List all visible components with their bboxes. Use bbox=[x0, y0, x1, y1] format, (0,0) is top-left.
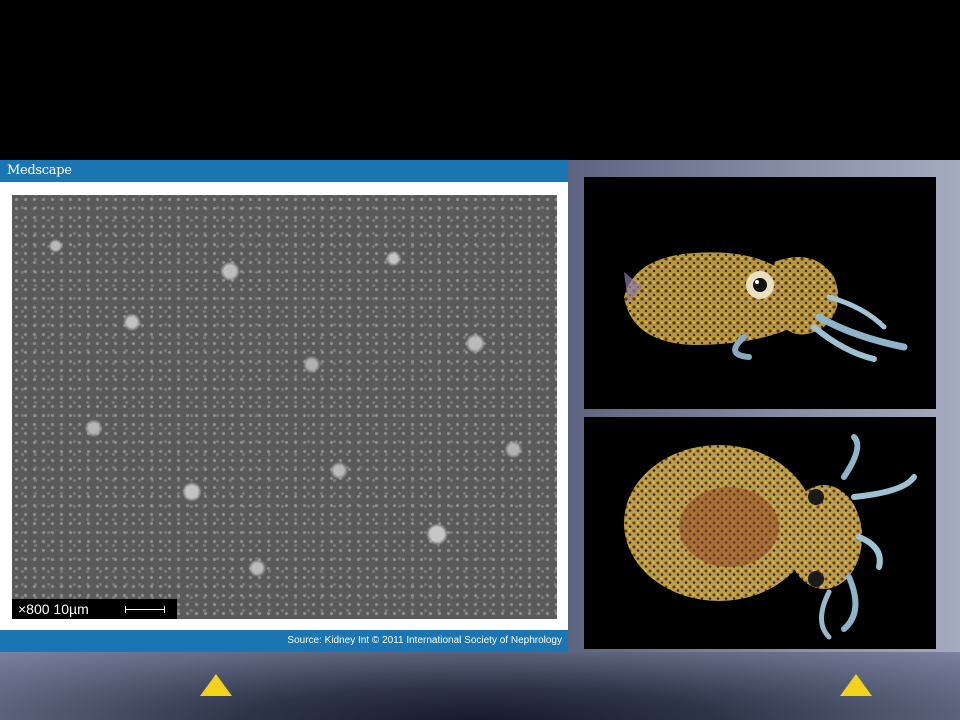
scale-label: ×800 10µm bbox=[18, 601, 89, 617]
slide-title-area bbox=[0, 0, 960, 160]
squid-photo-top bbox=[584, 417, 936, 649]
scale-indicator: ×800 10µm bbox=[12, 599, 177, 619]
prev-slide-button[interactable] bbox=[200, 674, 232, 696]
source-caption: Source: Kidney Int © 2011 International … bbox=[287, 635, 562, 646]
next-slide-button[interactable] bbox=[840, 674, 872, 696]
medscape-figure: Medscape ×800 10µm Source: Kidney Int © … bbox=[0, 160, 568, 652]
squid-side-view-icon bbox=[624, 252, 908, 362]
medscape-header: Medscape bbox=[0, 160, 568, 182]
medscape-footer: Source: Kidney Int © 2011 International … bbox=[0, 630, 568, 652]
squid-photo-side bbox=[584, 177, 936, 409]
slide-bottom-band bbox=[0, 652, 960, 720]
medscape-logo: Medscape bbox=[7, 163, 72, 178]
squid-top-view-icon bbox=[624, 434, 917, 640]
sem-micrograph: ×800 10µm bbox=[12, 195, 557, 619]
scale-bar bbox=[125, 606, 165, 613]
